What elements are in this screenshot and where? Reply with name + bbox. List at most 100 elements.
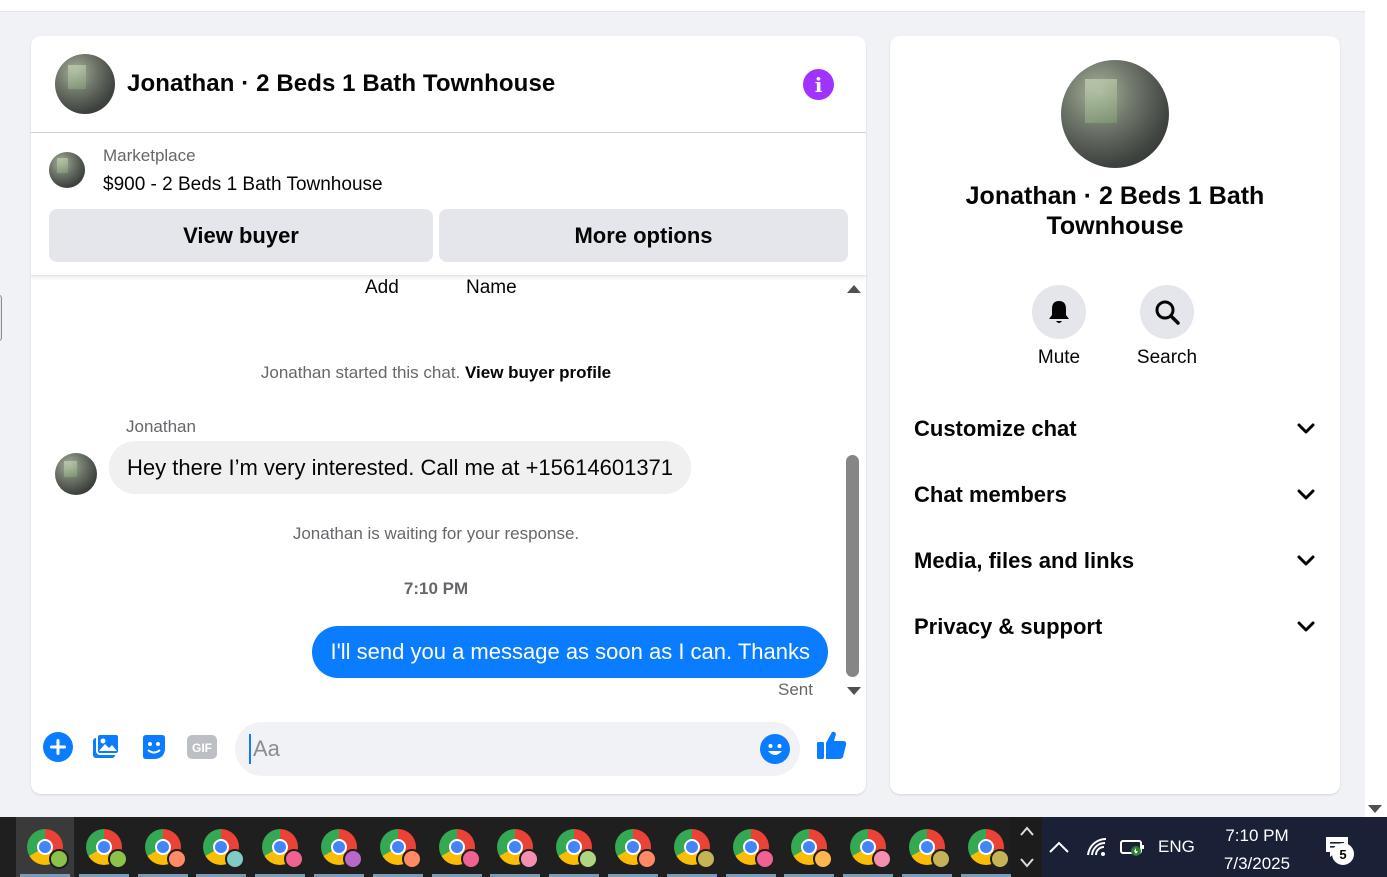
- conversation-avatar[interactable]: [55, 54, 115, 114]
- search-action[interactable]: Search: [1117, 285, 1217, 369]
- message-scrollbar[interactable]: [843, 277, 865, 709]
- taskbar-scroll[interactable]: [1014, 817, 1040, 877]
- taskbar: ENG 7:10 PM 7/3/2025 5: [0, 817, 1387, 877]
- taskbar-chrome-app[interactable]: [722, 817, 780, 877]
- chrome-icon: [321, 829, 363, 869]
- profile-badge-icon: [225, 849, 246, 869]
- mute-action[interactable]: Mute: [1009, 285, 1109, 369]
- sender-avatar[interactable]: [55, 453, 97, 495]
- scroll-down-icon[interactable]: [847, 687, 861, 695]
- chrome-icon: [791, 829, 834, 869]
- scroll-thumb[interactable]: [846, 455, 859, 677]
- page-scrollbar[interactable]: [1365, 0, 1387, 817]
- clock[interactable]: 7:10 PM 7/3/2025: [1218, 822, 1296, 877]
- chrome-icon: [497, 829, 540, 869]
- chrome-icon: [379, 829, 422, 869]
- profile-badge-icon: [460, 849, 481, 869]
- system-tray: ENG 7:10 PM 7/3/2025 5: [1042, 817, 1387, 877]
- composer: GIF: [31, 717, 866, 794]
- svg-text:GIF: GIF: [192, 741, 212, 755]
- chrome-icon: [732, 829, 775, 869]
- left-collapse-handle[interactable]: [0, 295, 2, 341]
- listing-thumbnail[interactable]: [49, 152, 85, 188]
- incoming-message[interactable]: Hey there I’m very interested. Call me a…: [109, 441, 692, 494]
- name-label[interactable]: Name: [466, 277, 517, 299]
- battery-icon[interactable]: [1120, 817, 1146, 877]
- taskbar-chrome-app[interactable]: [663, 817, 721, 877]
- more-options-button[interactable]: More options: [439, 209, 848, 262]
- section-customize-chat[interactable]: Customize chat: [914, 407, 1316, 451]
- taskbar-chrome-app[interactable]: [604, 817, 662, 877]
- search-icon[interactable]: [1140, 285, 1194, 339]
- chrome-icon: [615, 829, 657, 869]
- taskbar-chrome-app[interactable]: [898, 817, 956, 877]
- like-icon[interactable]: [815, 728, 849, 762]
- sticker-icon[interactable]: [137, 730, 171, 764]
- notification-icon[interactable]: 5: [1324, 817, 1354, 877]
- message-input-box[interactable]: [235, 722, 800, 776]
- taskbar-chrome-app[interactable]: [428, 817, 486, 877]
- taskbar-chrome-app[interactable]: [486, 817, 544, 877]
- marketplace-banner: Marketplace $900 - 2 Beds 1 Bath Townhou…: [31, 133, 866, 276]
- section-privacy-support[interactable]: Privacy & support: [914, 605, 1316, 649]
- chevron-up-icon[interactable]: [1048, 817, 1070, 877]
- chrome-icon: [203, 829, 246, 869]
- profile-badge-icon: [754, 849, 775, 869]
- waiting-notice: Jonathan is waiting for your response.: [292, 524, 580, 543]
- section-chat-members[interactable]: Chat members: [914, 473, 1316, 517]
- profile-badge-icon: [107, 849, 128, 869]
- scroll-up-icon[interactable]: [847, 285, 861, 293]
- chevron-down-icon: [1296, 485, 1316, 505]
- chrome-icon: [144, 829, 187, 869]
- mute-label: Mute: [1037, 347, 1081, 368]
- taskbar-chrome-app[interactable]: [310, 817, 368, 877]
- listing-title[interactable]: $900 - 2 Beds 1 Bath Townhouse: [103, 174, 383, 196]
- taskbar-chrome-app[interactable]: [192, 817, 250, 877]
- view-buyer-profile-link[interactable]: View buyer profile: [465, 363, 611, 382]
- taskbar-chrome-app[interactable]: [16, 817, 74, 877]
- add-label[interactable]: Add: [365, 277, 399, 299]
- notification-count: 5: [1332, 843, 1354, 865]
- taskbar-chrome-app[interactable]: [957, 817, 1015, 877]
- taskbar-apps: [0, 817, 1011, 877]
- wifi-icon[interactable]: [1086, 817, 1108, 877]
- taskbar-chrome-app[interactable]: [369, 817, 427, 877]
- plus-icon[interactable]: [41, 730, 75, 764]
- info-title: Jonathan · 2 Beds 1 Bath Townhouse: [965, 182, 1265, 240]
- language-indicator[interactable]: ENG: [1158, 817, 1195, 877]
- info-icon[interactable]: i: [803, 69, 834, 100]
- info-avatar[interactable]: [1061, 60, 1169, 168]
- message-input[interactable]: [249, 734, 729, 764]
- chevron-down-icon: [1296, 617, 1316, 637]
- outgoing-message[interactable]: I'll send you a message as soon as I can…: [312, 626, 828, 678]
- chrome-icon: [909, 829, 951, 869]
- conversation-info-panel: Jonathan · 2 Beds 1 Bath Townhouse Mute …: [890, 36, 1340, 794]
- view-buyer-button[interactable]: View buyer: [49, 209, 433, 262]
- bell-icon[interactable]: [1032, 285, 1086, 339]
- chat-started-text: Jonathan started this chat.: [260, 363, 461, 382]
- chrome-icon: [262, 829, 305, 869]
- taskbar-chrome-app[interactable]: [839, 817, 897, 877]
- profile-badge-icon: [401, 849, 422, 869]
- emoji-icon[interactable]: [760, 734, 790, 764]
- taskbar-chrome-app[interactable]: [251, 817, 309, 877]
- chrome-icon: [967, 829, 1010, 869]
- profile-badge-icon: [931, 849, 951, 869]
- taskbar-chrome-app[interactable]: [545, 817, 603, 877]
- taskbar-chrome-app[interactable]: [780, 817, 838, 877]
- chrome-icon: [85, 829, 128, 869]
- profile-badge-icon: [578, 849, 599, 869]
- photo-icon[interactable]: [89, 730, 123, 764]
- profile-badge-icon: [813, 849, 834, 869]
- profile-badge-icon: [284, 849, 305, 869]
- chevron-down-icon: [1296, 551, 1316, 571]
- browser-top-edge: [0, 0, 1365, 12]
- page-scroll-down-icon[interactable]: [1368, 805, 1382, 813]
- section-media-files-links[interactable]: Media, files and links: [914, 539, 1316, 583]
- chevron-down-icon: [1296, 419, 1316, 439]
- taskbar-chrome-app[interactable]: [134, 817, 192, 877]
- taskbar-chrome-app[interactable]: [75, 817, 133, 877]
- gif-icon[interactable]: GIF: [185, 730, 219, 764]
- profile-badge-icon: [695, 849, 716, 869]
- conversation-title[interactable]: Jonathan · 2 Beds 1 Bath Townhouse: [127, 70, 555, 98]
